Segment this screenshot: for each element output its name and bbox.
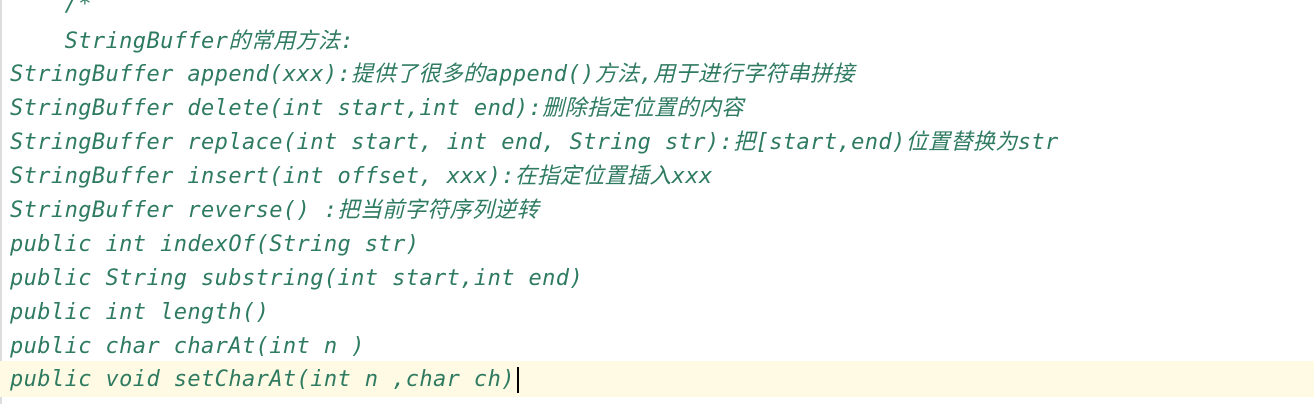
- comment-line-heading: StringBuffer的常用方法:: [10, 29, 354, 54]
- comment-line-insert: StringBuffer insert(int offset, xxx):在指定…: [10, 164, 713, 189]
- comment-line-append: StringBuffer append(xxx):提供了很多的append()方…: [10, 62, 855, 87]
- comment-line-delete: StringBuffer delete(int start,int end):删…: [10, 96, 744, 121]
- comment-line-indexof: public int indexOf(String str): [10, 232, 420, 257]
- comment-line-length: public int length(): [10, 300, 270, 325]
- comment-line-replace: StringBuffer replace(int start, int end,…: [10, 130, 1059, 155]
- comment-line-substring: public String substring(int start,int en…: [10, 266, 584, 291]
- comment-line-open: /*: [10, 0, 92, 17]
- setcharat-text: public void setCharAt(int n ,char ch): [10, 367, 515, 392]
- comment-line-reverse: StringBuffer reverse() :把当前字符序列逆转: [10, 198, 540, 223]
- editor-gutter-border: [0, 0, 2, 404]
- comment-line-setcharat[interactable]: public void setCharAt(int n ,char ch): [10, 363, 519, 397]
- text-caret: [516, 367, 519, 393]
- comment-line-charat: public char charAt(int n ): [10, 334, 365, 359]
- code-editor[interactable]: /* StringBuffer的常用方法: StringBuffer appen…: [0, 0, 1314, 404]
